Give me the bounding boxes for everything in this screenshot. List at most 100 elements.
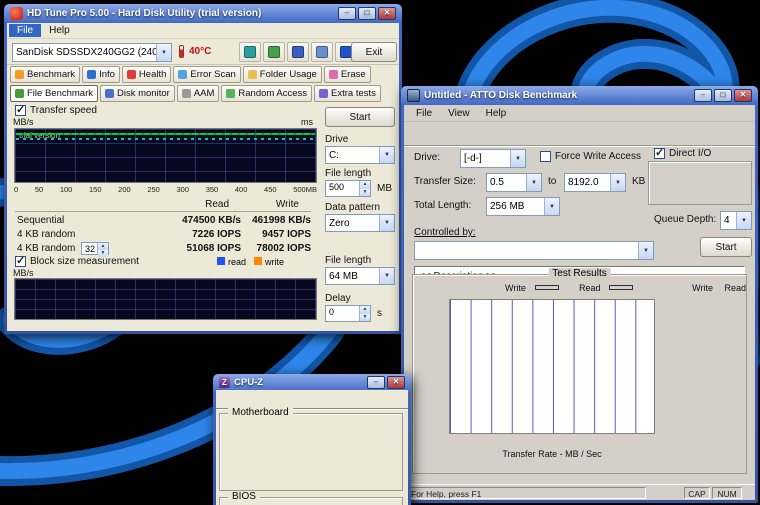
checkbox-check-icon <box>15 256 26 267</box>
cpuz-window: CPU-Z Motherboard BIOS <box>213 374 411 505</box>
tab-erase[interactable]: Erase <box>324 66 371 83</box>
file-length-stepper[interactable]: 500 <box>325 180 371 197</box>
maximize-button[interactable] <box>358 7 376 20</box>
results-bar-chart <box>449 299 655 434</box>
drive-label: Drive <box>325 134 348 145</box>
spin-down-icon[interactable] <box>360 314 370 322</box>
dropdown-arrow-icon[interactable] <box>379 268 394 284</box>
force-write-access-checkbox[interactable]: Force Write Access <box>540 151 641 162</box>
random-qd32-write-value: 78002 IOPS <box>211 243 311 254</box>
dropdown-arrow-icon[interactable] <box>736 212 751 229</box>
tab-health[interactable]: Health <box>122 66 171 83</box>
tab-folder-usage[interactable]: Folder Usage <box>243 66 322 83</box>
tab-error-scan[interactable]: Error Scan <box>173 66 240 83</box>
row-4kb-random-label: 4 KB random <box>17 229 75 240</box>
direct-io-checkbox[interactable]: Direct I/O <box>654 148 711 159</box>
temperature-value: 40°C <box>189 46 211 57</box>
hdtune-tab-row-2: File BenchmarkDisk monitor AAM Random Acce… <box>7 84 399 103</box>
file-benchmark-panel: Transfer speed MB/s ms trial version 050… <box>7 103 399 331</box>
right-axis-unit: ms <box>301 117 313 127</box>
tab-label: AAM <box>194 88 215 99</box>
x-tick: 450 <box>264 185 277 194</box>
transfer-speed-checkbox[interactable]: Transfer speed <box>15 105 97 116</box>
drive-select[interactable]: SanDisk SDSSDX240GG2 (240 GB) <box>12 43 172 62</box>
dropdown-arrow-icon[interactable] <box>638 242 653 259</box>
read-swatch-icon <box>217 257 225 265</box>
legend-read: read <box>217 257 246 267</box>
close-button[interactable] <box>387 376 405 389</box>
file-length2-combo[interactable]: 64 MB <box>325 267 395 285</box>
dropdown-arrow-icon[interactable] <box>379 147 394 163</box>
menu-view[interactable]: View <box>440 107 478 120</box>
drive-combo[interactable]: [-d-] <box>460 149 526 168</box>
read-legend-swatch <box>609 285 633 290</box>
hdtune-toolbar-icons <box>239 42 357 62</box>
spin-down-icon[interactable] <box>360 189 370 197</box>
delay-unit: s <box>377 308 382 319</box>
spin-up-icon[interactable] <box>360 306 370 314</box>
block-size-checkbox[interactable]: Block size measurement <box>15 256 139 267</box>
file-length2-value: 64 MB <box>326 271 379 282</box>
tab-info[interactable]: Info <box>82 66 120 83</box>
start-button[interactable]: Start <box>325 107 395 127</box>
block-chart-legend: read write <box>217 257 284 267</box>
hdtune-titlebar[interactable]: HD Tune Pro 5.00 - Hard Disk Utility (tr… <box>7 4 399 23</box>
maximize-button[interactable] <box>714 89 732 102</box>
tab-disk-monitor[interactable]: Disk monitor <box>100 85 175 102</box>
folder-icon <box>248 70 257 79</box>
camera-button[interactable] <box>239 42 261 62</box>
legend-write: write <box>254 257 284 267</box>
tab-label: Random Access <box>238 88 307 99</box>
start-button[interactable]: Start <box>700 237 752 257</box>
io-mode-radio-group <box>648 161 752 205</box>
block-size-chart <box>14 278 317 320</box>
menu-file[interactable]: File <box>9 24 41 37</box>
x-tick: 350 <box>206 185 219 194</box>
dropdown-arrow-icon[interactable] <box>526 174 541 191</box>
transfer-size-from-combo[interactable]: 0.5 <box>486 173 542 192</box>
write-column-header: Write <box>199 199 299 210</box>
menu-file[interactable]: File <box>408 107 440 120</box>
transfer-x-axis: 050100150200250300350400450500MB <box>14 185 317 194</box>
dropdown-arrow-icon[interactable] <box>610 174 625 191</box>
hdtune-toolbar: SanDisk SDSSDX240GG2 (240 GB) 40°C Exit <box>7 39 399 65</box>
controlled-by-combo[interactable] <box>414 241 654 260</box>
menu-help[interactable]: Help <box>478 107 515 120</box>
tab-aam[interactable]: AAM <box>177 85 220 102</box>
exit-button[interactable]: Exit <box>351 42 397 62</box>
spin-up-icon[interactable] <box>98 243 108 250</box>
tab-benchmark[interactable]: Benchmark <box>10 66 80 83</box>
spin-up-icon[interactable] <box>360 181 370 189</box>
menu-help[interactable]: Help <box>41 24 78 37</box>
copy-button[interactable] <box>263 42 285 62</box>
queue-depth-combo[interactable]: 4 <box>720 211 752 230</box>
block-size-label: Block size measurement <box>30 256 139 267</box>
queue-depth-stepper[interactable]: 32 <box>81 242 109 255</box>
tab-random-access[interactable]: Random Access <box>221 85 312 102</box>
dropdown-arrow-icon[interactable] <box>544 198 559 215</box>
caps-lock-indicator: CAP <box>684 487 710 499</box>
tab-extra-tests[interactable]: Extra tests <box>314 85 381 102</box>
write-legend-swatch <box>535 285 559 290</box>
total-length-combo[interactable]: 256 MB <box>486 197 560 216</box>
data-pattern-combo[interactable]: Zero <box>325 214 395 232</box>
save-button[interactable] <box>287 42 309 62</box>
cpuz-titlebar[interactable]: CPU-Z <box>216 374 408 390</box>
minimize-button[interactable] <box>367 376 385 389</box>
drive-combo-value: C: <box>326 150 379 161</box>
close-button[interactable] <box>734 89 752 102</box>
close-button[interactable] <box>378 7 396 20</box>
dropdown-arrow-icon[interactable] <box>510 150 525 167</box>
tab-file-benchmark[interactable]: File Benchmark <box>10 85 98 102</box>
drive-combo[interactable]: C: <box>325 146 395 164</box>
tab-label: Extra tests <box>331 88 376 99</box>
delay-stepper[interactable]: 0 <box>325 305 371 322</box>
minimize-button[interactable] <box>694 89 712 102</box>
save-as-button[interactable] <box>311 42 333 62</box>
minimize-button[interactable] <box>338 7 356 20</box>
info-icon <box>87 70 96 79</box>
transfer-size-to-combo[interactable]: 8192.0 <box>564 173 626 192</box>
dropdown-arrow-icon[interactable] <box>379 215 394 231</box>
atto-titlebar[interactable]: Untitled - ATTO Disk Benchmark <box>404 86 755 105</box>
dropdown-arrow-icon[interactable] <box>156 44 171 61</box>
